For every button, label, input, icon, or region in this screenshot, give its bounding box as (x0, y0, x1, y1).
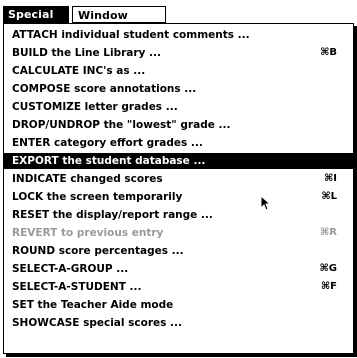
menu-item-build-line-library[interactable]: BUILD the Line Library ... ⌘B (4, 45, 353, 61)
menu-item-select-student[interactable]: SELECT-A-STUDENT ... ⌘F (4, 279, 353, 295)
menu-item-label: INDICATE changed scores (12, 173, 163, 185)
special-menu-dropdown: ATTACH individual student comments ... B… (3, 23, 354, 354)
menu-item-label: SELECT-A-STUDENT ... (12, 281, 142, 293)
menu-item-label: CALCULATE INC's as ... (12, 65, 146, 77)
menu-item-shortcut: ⌘I (324, 173, 337, 184)
menu-item-label: SELECT-A-GROUP ... (12, 263, 129, 275)
menu-item-label: BUILD the Line Library ... (12, 47, 162, 59)
menu-item-showcase-scores[interactable]: SHOWCASE special scores ... (4, 315, 353, 331)
menu-item-customize-letter-grades[interactable]: CUSTOMIZE letter grades ... (4, 99, 353, 115)
mouse-pointer-icon (260, 195, 272, 211)
menu-item-shortcut: ⌘R (320, 227, 337, 238)
menu-item-label: ATTACH individual student comments ... (12, 29, 250, 41)
menu-item-label: CUSTOMIZE letter grades ... (12, 101, 178, 113)
menu-item-label: LOCK the screen temporarily (12, 191, 183, 203)
menu-special[interactable]: Special (3, 6, 69, 23)
menu-item-label: COMPOSE score annotations ... (12, 83, 197, 95)
menu-item-shortcut: ⌘L (321, 191, 337, 202)
menu-item-round-percentages[interactable]: ROUND score percentages ... (4, 243, 353, 259)
menu-window[interactable]: Window (72, 6, 166, 23)
menu-item-shortcut: ⌘B (320, 47, 337, 58)
menu-item-attach-comments[interactable]: ATTACH individual student comments ... (4, 27, 353, 43)
menu-item-shortcut: ⌘G (319, 263, 338, 274)
menu-item-label: DROP/UNDROP the "lowest" grade ... (12, 119, 231, 131)
menu-item-reset-range[interactable]: RESET the display/report range ... (4, 207, 353, 223)
menu-item-indicate-changed-scores[interactable]: INDICATE changed scores ⌘I (4, 171, 353, 187)
menu-item-label: ENTER category effort grades ... (12, 137, 203, 149)
menu-item-teacher-aide-mode[interactable]: SET the Teacher Aide mode (4, 297, 353, 313)
menu-item-compose-annotations[interactable]: COMPOSE score annotations ... (4, 81, 353, 97)
menu-item-drop-lowest-grade[interactable]: DROP/UNDROP the "lowest" grade ... (4, 117, 353, 133)
menu-item-export-database[interactable]: EXPORT the student database ... (4, 153, 353, 169)
menu-item-label: ROUND score percentages ... (12, 245, 184, 257)
menu-item-revert-entry: REVERT to previous entry ⌘R (4, 225, 353, 241)
menu-item-enter-effort-grades[interactable]: ENTER category effort grades ... (4, 135, 353, 151)
menu-item-label: EXPORT the student database ... (12, 155, 206, 167)
menu-item-label: SET the Teacher Aide mode (12, 299, 174, 311)
menu-item-lock-screen[interactable]: LOCK the screen temporarily ⌘L (4, 189, 353, 205)
menu-item-label: SHOWCASE special scores ... (12, 317, 182, 329)
menu-item-label: REVERT to previous entry (12, 227, 164, 239)
menu-item-select-group[interactable]: SELECT-A-GROUP ... ⌘G (4, 261, 353, 277)
menu-item-label: RESET the display/report range ... (12, 209, 213, 221)
menu-bar: Special Window (0, 4, 170, 24)
menu-item-calculate-incs[interactable]: CALCULATE INC's as ... (4, 63, 353, 79)
menu-item-shortcut: ⌘F (320, 281, 337, 292)
